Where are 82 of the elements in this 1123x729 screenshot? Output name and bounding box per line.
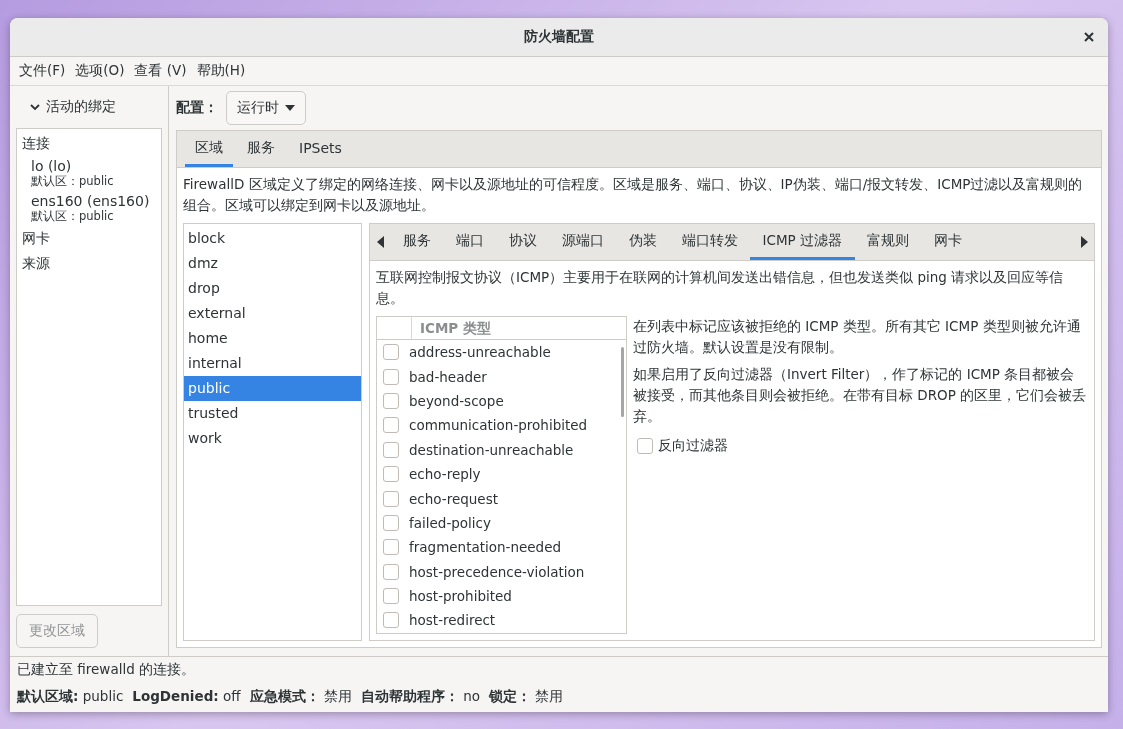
zone-label: 默认区：public <box>31 174 115 189</box>
icmp-type: host-redirect <box>409 612 496 629</box>
status-label: 默认区域: <box>17 688 79 704</box>
help-text: 在列表中标记应该被拒绝的 ICMP 类型。所有其它 ICMP 类型则被允许通过防火墙。默认设置是没有限制。 <box>633 317 1082 357</box>
checkbox[interactable] <box>383 514 399 531</box>
menu-item[interactable]: 查看 (V) <box>129 62 192 80</box>
icmp-type: failed-policy <box>409 514 491 531</box>
zone-item[interactable]: dmz <box>184 251 361 276</box>
icmp-type: fragmentation-needed <box>409 539 562 556</box>
zone-item[interactable]: home <box>184 326 361 351</box>
status-label: LogDenied: <box>132 688 219 704</box>
zone-item[interactable]: block <box>184 226 361 251</box>
icmp-type: echo-request <box>409 490 498 507</box>
status-value: no <box>463 688 480 704</box>
zone-label: 默认区：public <box>31 209 115 224</box>
status-value: off <box>223 688 241 704</box>
checkbox[interactable] <box>383 490 399 507</box>
scrollbar[interactable] <box>621 347 624 417</box>
checkbox-label[interactable]: 反向过滤器 <box>658 437 728 455</box>
scroll-right-icon[interactable] <box>1080 236 1088 248</box>
zone-item[interactable]: internal <box>184 351 361 376</box>
window-title: 防火墙配置 <box>524 28 594 46</box>
zone-item[interactable]: work <box>184 426 361 451</box>
tree-item[interactable]: ens160 (ens160) <box>31 193 156 209</box>
checkbox[interactable] <box>383 588 399 605</box>
status-message: 已建立至 firewalld 的连接。 <box>17 661 197 679</box>
zones-description: FirewallD 区域定义了绑定的网络连接、网卡以及源地址的可信程度。区域是服务、端口、协议、IP伪装、端口/报文转发、ICMP过滤以及富规则的组合。区域可以绑定到网卡以及源地址。 <box>183 175 1084 215</box>
scroll-left-icon[interactable] <box>376 236 384 248</box>
caret-icon <box>285 105 295 111</box>
status-value: public <box>82 688 124 704</box>
icmp-type: host-prohibited <box>409 588 512 605</box>
zone-item[interactable]: trusted <box>184 401 361 426</box>
config-label: 配置： <box>176 99 218 117</box>
tree-section[interactable]: 来源 <box>22 253 156 278</box>
checkbox[interactable] <box>383 441 399 458</box>
checkbox[interactable] <box>383 612 399 629</box>
checkbox[interactable] <box>383 466 399 483</box>
icmp-description: 互联网控制报文协议（ICMP）主要用于在联网的计算机间发送出错信息，但也发送类似 ping 请求以及回应等信息。 <box>376 268 1065 308</box>
tab[interactable]: 富规则 <box>854 224 922 260</box>
status-value: 禁用 <box>535 688 564 704</box>
checkbox[interactable] <box>383 392 399 409</box>
tab[interactable]: 伪装 <box>616 224 669 260</box>
tree-section[interactable]: 连接 <box>22 133 156 158</box>
icmp-type: echo-reply <box>409 466 481 483</box>
menu-item[interactable]: 帮助(H) <box>191 62 251 80</box>
tab[interactable]: 服务 <box>390 224 443 260</box>
icmp-type: bad-header <box>409 368 487 385</box>
tree-item[interactable]: lo (lo) <box>31 158 156 174</box>
help-text: 如果启用了反向过滤器（Invert Filter），作了标记的 ICMP 条目都被会被接受，而其他条目则会被拒绝。在带有目标 DROP 的区里，它们会被丢弃。 <box>633 365 1088 426</box>
checkbox[interactable] <box>383 417 399 434</box>
tab[interactable]: 网卡 <box>921 224 975 260</box>
status-label: 锁定： <box>488 688 531 704</box>
tab[interactable]: 服务 <box>237 131 285 167</box>
zone-item[interactable]: external <box>184 301 361 326</box>
menu-item[interactable]: 选项(O) <box>70 62 130 80</box>
tab[interactable]: 端口转发 <box>669 224 750 260</box>
checkbox[interactable] <box>383 344 399 361</box>
icmp-type: communication-prohibited <box>409 417 588 434</box>
zone-item[interactable]: public <box>184 376 361 401</box>
checkbox[interactable] <box>383 563 399 580</box>
status-label: 自动帮助程序： <box>360 688 459 704</box>
checkbox[interactable] <box>383 368 399 385</box>
tab[interactable]: 协议 <box>496 224 549 260</box>
zone-item[interactable]: drop <box>184 276 361 301</box>
tab[interactable]: 源端口 <box>549 224 616 260</box>
close-icon[interactable] <box>1082 30 1096 44</box>
tab[interactable]: IPSets <box>289 131 352 167</box>
checkbox[interactable] <box>637 438 653 454</box>
checkbox[interactable] <box>383 539 399 556</box>
tab[interactable]: 端口 <box>443 224 496 260</box>
icmp-type: beyond-scope <box>409 392 504 409</box>
status-label: 应急模式： <box>249 688 320 704</box>
expander-label[interactable]: 活动的绑定 <box>46 98 116 116</box>
config-dropdown[interactable]: 运行时 <box>226 91 306 125</box>
status-value: 禁用 <box>323 688 352 704</box>
tab[interactable]: ICMP 过滤器 <box>750 224 855 260</box>
icmp-type: address-unreachable <box>409 344 551 361</box>
tree-section[interactable]: 网卡 <box>22 228 156 253</box>
menu-item[interactable]: 文件(F) <box>14 62 71 80</box>
chevron-icon[interactable] <box>30 102 40 112</box>
icmp-type: destination-unreachable <box>409 441 574 458</box>
icmp-type: host-precedence-violation <box>409 563 585 580</box>
